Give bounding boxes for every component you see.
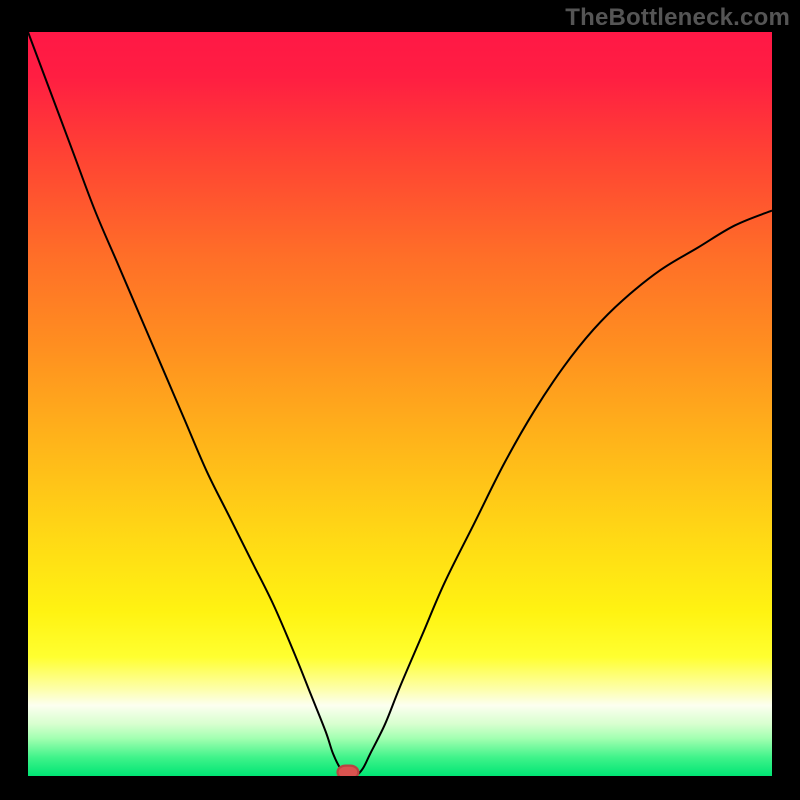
watermark-text: TheBottleneck.com (565, 4, 790, 32)
optimal-point-marker (338, 766, 359, 776)
gradient-background (28, 32, 772, 776)
plot-area (28, 32, 772, 776)
bottleneck-chart-svg (28, 32, 772, 776)
chart-frame: TheBottleneck.com (0, 0, 800, 800)
